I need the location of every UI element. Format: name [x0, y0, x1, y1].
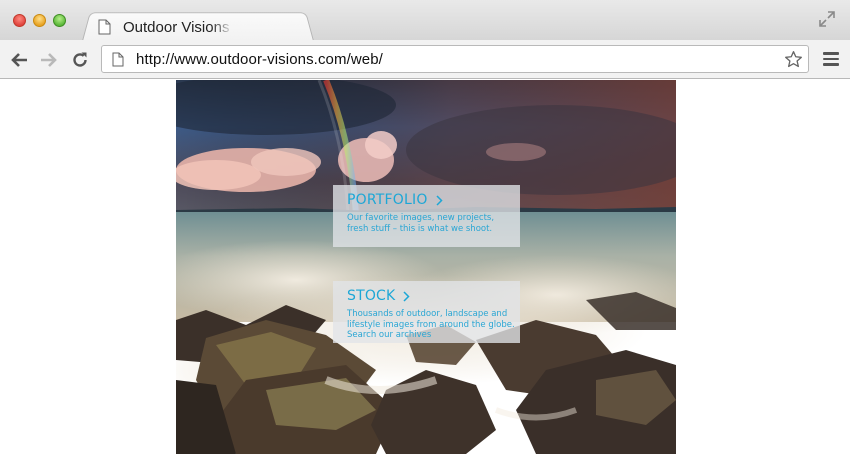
chevron-right-icon: [436, 194, 443, 206]
forward-button[interactable]: [39, 50, 59, 70]
reload-icon: [73, 52, 87, 67]
forward-arrow-icon: [41, 53, 57, 67]
page-viewport: PORTFOLIO Our favorite images, new proje…: [0, 80, 850, 454]
portfolio-description: Our favorite images, new projects, fresh…: [347, 213, 495, 234]
fullscreen-icon[interactable]: [818, 10, 836, 28]
close-window-button[interactable]: [13, 14, 26, 27]
browser-tab-content[interactable]: Outdoor Visions: [94, 14, 304, 40]
portfolio-title-text: PORTFOLIO: [347, 192, 428, 208]
zoom-window-button[interactable]: [53, 14, 66, 27]
page-icon: [112, 52, 124, 66]
portfolio-title[interactable]: PORTFOLIO: [347, 191, 520, 209]
stock-card[interactable]: STOCK Thousands of outdoor, landscape an…: [333, 281, 520, 343]
browser-toolbar: http://www.outdoor-visions.com/web/: [0, 40, 850, 79]
portfolio-card[interactable]: PORTFOLIO Our favorite images, new proje…: [333, 185, 520, 247]
address-bar[interactable]: http://www.outdoor-visions.com/web/: [101, 45, 809, 73]
back-arrow-icon: [11, 53, 27, 67]
stock-title[interactable]: STOCK: [347, 287, 520, 305]
hero-landscape-photo: PORTFOLIO Our favorite images, new proje…: [176, 80, 676, 454]
url-text[interactable]: http://www.outdoor-visions.com/web/: [136, 51, 383, 68]
chevron-right-icon: [403, 290, 410, 302]
seascape-image: [176, 80, 676, 454]
browser-menu-icon[interactable]: [823, 52, 839, 66]
back-button[interactable]: [9, 50, 29, 70]
tab-title: Outdoor Visions: [123, 18, 230, 36]
page-icon: [98, 19, 111, 35]
window-titlebar: Outdoor Visions: [0, 0, 850, 41]
stock-title-text: STOCK: [347, 288, 396, 304]
stock-description: Thousands of outdoor, landscape and life…: [347, 309, 515, 340]
reload-button[interactable]: [70, 50, 90, 70]
minimize-window-button[interactable]: [33, 14, 46, 27]
bookmark-star-icon[interactable]: [784, 50, 803, 69]
